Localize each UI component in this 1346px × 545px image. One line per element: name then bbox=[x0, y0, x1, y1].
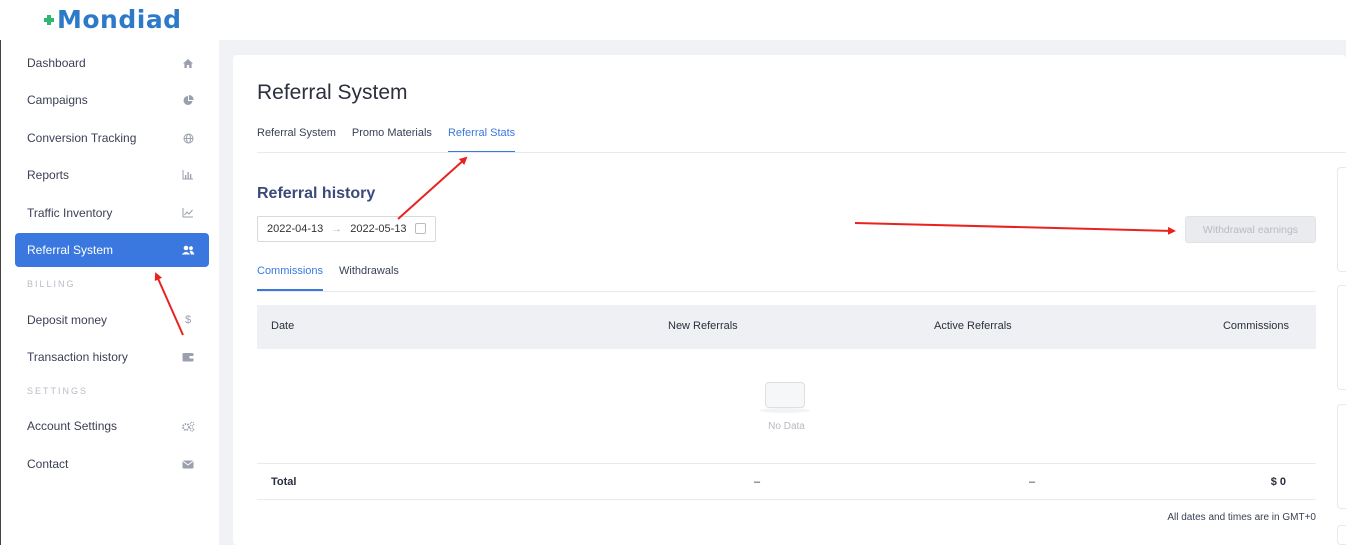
wallet-icon bbox=[181, 350, 195, 364]
home-icon bbox=[181, 56, 195, 70]
tab-commissions[interactable]: Commissions bbox=[257, 265, 324, 291]
sidebar-item-label: Transaction history bbox=[27, 350, 128, 364]
empty-shadow bbox=[760, 408, 810, 413]
calendar-icon bbox=[415, 223, 426, 234]
history-tabs: Commissions Withdrawals bbox=[257, 265, 399, 291]
users-icon bbox=[181, 243, 195, 257]
total-active-referrals: – bbox=[1029, 476, 1036, 488]
sidebar-item-label: Conversion Tracking bbox=[27, 131, 137, 145]
side-panel bbox=[1337, 404, 1346, 509]
total-new-referrals: – bbox=[754, 476, 761, 488]
mondiad-logo[interactable]: Mondiad bbox=[44, 2, 182, 36]
timezone-note: All dates and times are in GMT+0 bbox=[1167, 512, 1316, 523]
cogs-icon bbox=[181, 419, 195, 433]
column-header-date[interactable]: Date bbox=[271, 320, 294, 332]
sidebar-item-label: Traffic Inventory bbox=[27, 206, 113, 220]
sidebar-item-label: Dashboard bbox=[27, 56, 86, 70]
subtabs-divider bbox=[257, 291, 1316, 292]
side-panel bbox=[1337, 285, 1346, 390]
table-header: Date New Referrals Active Referrals Comm… bbox=[257, 305, 1316, 349]
tab-referral-stats[interactable]: Referral Stats bbox=[447, 127, 516, 153]
sidebar-item-contact[interactable]: Contact bbox=[15, 447, 209, 481]
globe-icon bbox=[181, 131, 195, 145]
empty-text: No Data bbox=[768, 421, 805, 432]
sidebar-item-label: Deposit money bbox=[27, 313, 108, 327]
side-panel bbox=[1337, 525, 1346, 545]
tabs-divider bbox=[257, 152, 1346, 153]
page-title: Referral System bbox=[257, 81, 408, 104]
date-range-start[interactable]: 2022-04-13 bbox=[267, 223, 323, 235]
sidebar-item-conversion-tracking[interactable]: Conversion Tracking bbox=[15, 121, 209, 155]
sidebar-item-label: Reports bbox=[27, 168, 70, 182]
bar-chart-icon bbox=[181, 168, 195, 182]
dollar-icon: $ bbox=[184, 314, 192, 326]
sidebar-item-traffic-inventory[interactable]: Traffic Inventory bbox=[15, 196, 209, 230]
section-label-settings: SETTINGS bbox=[27, 386, 89, 396]
date-range-end[interactable]: 2022-05-13 bbox=[350, 223, 406, 235]
sidebar-item-referral-system[interactable]: Referral System bbox=[15, 233, 209, 267]
sidebar-item-account-settings[interactable]: Account Settings bbox=[15, 409, 209, 443]
date-range-picker[interactable]: 2022-04-13 → 2022-05-13 bbox=[257, 216, 436, 242]
sidebar: Dashboard Campaigns Conversion Tracking … bbox=[0, 40, 219, 545]
sidebar-item-label: Contact bbox=[27, 457, 69, 471]
tab-withdrawals[interactable]: Withdrawals bbox=[339, 265, 399, 291]
table-total-row: Total – – $ 0 bbox=[257, 463, 1316, 500]
tab-promo-materials[interactable]: Promo Materials bbox=[352, 127, 432, 153]
sidebar-item-label: Account Settings bbox=[27, 419, 118, 433]
sidebar-item-transaction-history[interactable]: Transaction history bbox=[15, 340, 209, 374]
main-tabs: Referral System Promo Materials Referral… bbox=[257, 127, 516, 153]
sidebar-item-campaigns[interactable]: Campaigns bbox=[15, 83, 209, 117]
top-bar: Mondiad bbox=[0, 0, 1346, 40]
withdrawal-earnings-button[interactable]: Withdrawal earnings bbox=[1185, 216, 1316, 243]
main-card: Referral System Referral System Promo Ma… bbox=[233, 55, 1346, 545]
column-header-new-referrals[interactable]: New Referrals bbox=[668, 320, 738, 332]
empty-inbox-icon bbox=[765, 382, 805, 408]
total-commissions: $ 0 bbox=[1270, 476, 1286, 488]
sidebar-item-deposit-money[interactable]: Deposit money $ bbox=[15, 303, 209, 337]
envelope-icon bbox=[181, 457, 195, 471]
side-panel bbox=[1337, 167, 1346, 272]
column-header-commissions[interactable]: Commissions bbox=[1223, 320, 1289, 332]
total-label: Total bbox=[271, 476, 297, 488]
column-header-active-referrals[interactable]: Active Referrals bbox=[934, 320, 1012, 332]
line-chart-icon bbox=[181, 206, 195, 220]
plus-logo-icon bbox=[44, 9, 56, 29]
section-label-billing: BILLING bbox=[27, 279, 76, 289]
sidebar-item-reports[interactable]: Reports bbox=[15, 158, 209, 192]
arrow-right-icon: → bbox=[331, 223, 343, 235]
sidebar-item-label: Campaigns bbox=[27, 93, 88, 107]
empty-state: No Data bbox=[257, 349, 1316, 463]
pie-chart-icon bbox=[181, 93, 195, 107]
logo-text: Mondiad bbox=[57, 4, 182, 34]
sidebar-item-label: Referral System bbox=[27, 243, 114, 257]
sidebar-item-dashboard[interactable]: Dashboard bbox=[15, 46, 209, 80]
tab-referral-system[interactable]: Referral System bbox=[257, 127, 336, 153]
section-title: Referral history bbox=[257, 185, 376, 202]
